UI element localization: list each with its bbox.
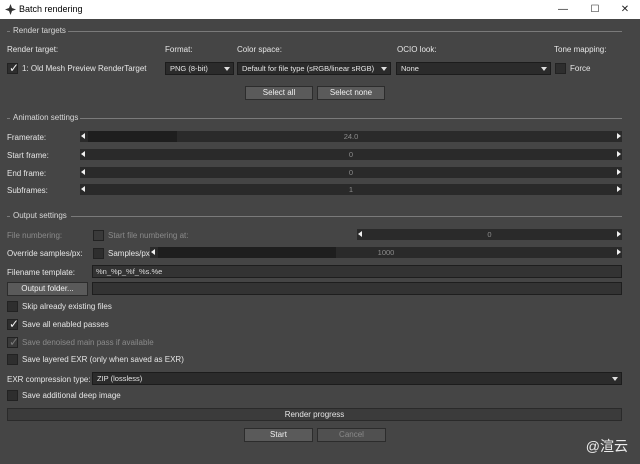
- end-frame-slider[interactable]: 0: [80, 167, 622, 178]
- framerate-slider[interactable]: 24.0: [80, 131, 622, 142]
- color-space-value: Default for file type (sRGB/linear sRGB): [242, 64, 375, 73]
- start-button[interactable]: Start: [244, 428, 313, 442]
- render-progress-bar: Render progress: [7, 408, 622, 421]
- override-samples-label: Override samples/px:: [7, 249, 83, 258]
- save-deep-image-label: Save additional deep image: [22, 391, 121, 400]
- subframes-value: 1: [348, 185, 354, 194]
- format-select[interactable]: PNG (8-bit): [165, 62, 234, 75]
- batch-rendering-window: Batch rendering — ☐ ✕ Render targets Ren…: [0, 0, 640, 464]
- exr-compression-label: EXR compression type:: [7, 375, 91, 384]
- col-color-space: Color space:: [237, 45, 282, 54]
- watermark: @渲云: [585, 438, 628, 454]
- output-folder-button[interactable]: Output folder...: [7, 282, 88, 296]
- samples-px-value: 1000: [377, 248, 395, 257]
- start-frame-value: 0: [348, 150, 354, 159]
- save-layered-exr-label: Save layered EXR (only when saved as EXR…: [22, 355, 184, 364]
- start-frame-label: Start frame:: [7, 151, 49, 160]
- samples-px-checkbox[interactable]: [93, 248, 104, 259]
- section-render-targets: Render targets: [13, 26, 66, 35]
- minimize-icon[interactable]: —: [548, 0, 578, 19]
- render-target-checkbox[interactable]: [7, 61, 19, 75]
- filename-template-field[interactable]: %n_%p_%f_%s.%e: [92, 265, 622, 278]
- chevron-down-icon: [612, 377, 618, 381]
- title-bar: Batch rendering — ☐ ✕: [0, 0, 640, 19]
- select-all-button[interactable]: Select all: [245, 86, 313, 100]
- col-ocio-look: OCIO look:: [397, 45, 437, 54]
- save-all-passes-label: Save all enabled passes: [22, 320, 109, 329]
- section-animation-settings: Animation settings: [13, 113, 79, 122]
- save-deep-image-checkbox[interactable]: [7, 390, 18, 401]
- end-frame-value: 0: [348, 168, 354, 177]
- force-tone-mapping-checkbox[interactable]: [555, 63, 566, 74]
- start-file-numbering-checkbox[interactable]: [93, 230, 104, 241]
- end-frame-label: End frame:: [7, 169, 47, 178]
- exr-compression-value: ZIP (lossless): [97, 374, 143, 383]
- increment-arrow-icon[interactable]: [617, 231, 621, 237]
- maximize-icon[interactable]: ☐: [580, 0, 610, 19]
- ocio-look-select[interactable]: None: [396, 62, 551, 75]
- divider: [71, 216, 622, 217]
- chevron-down-icon: [381, 67, 387, 71]
- exr-compression-select[interactable]: ZIP (lossless): [92, 372, 622, 385]
- subframes-slider[interactable]: 1: [80, 184, 622, 195]
- output-folder-field[interactable]: [92, 282, 622, 295]
- section-output-settings: Output settings: [13, 211, 67, 220]
- start-file-numbering-label: Start file numbering at:: [108, 231, 189, 240]
- window-title: Batch rendering: [19, 4, 83, 14]
- select-none-button[interactable]: Select none: [317, 86, 385, 100]
- start-file-numbering-value: 0: [487, 230, 492, 239]
- samples-px-slider[interactable]: 1000: [150, 247, 622, 258]
- start-frame-slider[interactable]: 0: [80, 149, 622, 160]
- filename-template-label: Filename template:: [7, 268, 76, 277]
- save-denoised-label: Save denoised main pass if available: [22, 338, 154, 347]
- increment-arrow-icon[interactable]: [617, 249, 621, 255]
- increment-arrow-icon[interactable]: [617, 186, 621, 192]
- chevron-down-icon: [541, 67, 547, 71]
- subframes-label: Subframes:: [7, 186, 48, 195]
- file-numbering-label: File numbering:: [7, 231, 63, 240]
- divider: [68, 31, 622, 32]
- col-render-target: Render target:: [7, 45, 59, 54]
- increment-arrow-icon[interactable]: [617, 169, 621, 175]
- format-value: PNG (8-bit): [170, 64, 208, 73]
- divider: [7, 31, 10, 32]
- divider: [7, 118, 10, 119]
- save-denoised-checkbox[interactable]: [7, 335, 19, 349]
- col-format: Format:: [165, 45, 193, 54]
- increment-arrow-icon[interactable]: [617, 133, 621, 139]
- skip-existing-checkbox[interactable]: [7, 301, 18, 312]
- skip-existing-label: Skip already existing files: [22, 302, 112, 311]
- save-layered-exr-checkbox[interactable]: [7, 354, 18, 365]
- increment-arrow-icon[interactable]: [617, 151, 621, 157]
- framerate-value: 24.0: [343, 132, 359, 141]
- samples-px-label: Samples/px:: [108, 249, 153, 258]
- save-all-passes-checkbox[interactable]: [7, 317, 19, 331]
- start-file-numbering-slider[interactable]: 0: [357, 229, 622, 240]
- framerate-label: Framerate:: [7, 133, 47, 142]
- chevron-down-icon: [224, 67, 230, 71]
- cancel-button[interactable]: Cancel: [317, 428, 386, 442]
- divider: [7, 216, 10, 217]
- close-icon[interactable]: ✕: [610, 0, 640, 19]
- divider: [80, 118, 622, 119]
- col-tone-mapping: Tone mapping:: [554, 45, 607, 54]
- app-logo-icon: [5, 4, 16, 15]
- force-label: Force: [570, 64, 591, 73]
- render-target-label: 1: Old Mesh Preview RenderTarget: [22, 64, 147, 73]
- ocio-look-value: None: [401, 64, 419, 73]
- color-space-select[interactable]: Default for file type (sRGB/linear sRGB): [237, 62, 391, 75]
